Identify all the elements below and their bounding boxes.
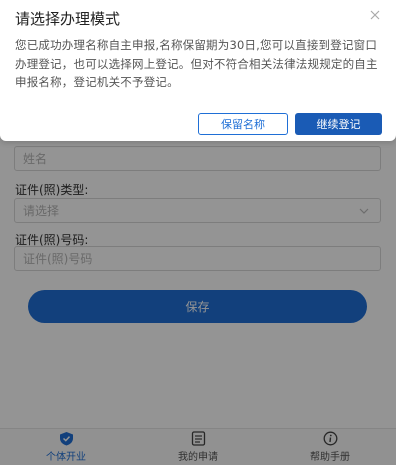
close-icon[interactable] <box>368 8 382 22</box>
dialog-title: 请选择办理模式 <box>15 10 121 28</box>
mode-selection-dialog: 请选择办理模式 您已成功办理名称自主申报,名称保留期为30日,您可以直接到登记窗… <box>0 0 396 141</box>
continue-registration-button[interactable]: 继续登记 <box>295 113 382 135</box>
dialog-message: 您已成功办理名称自主申报,名称保留期为30日,您可以直接到登记窗口办理登记，也可… <box>15 38 378 89</box>
keep-name-button[interactable]: 保留名称 <box>198 113 288 135</box>
